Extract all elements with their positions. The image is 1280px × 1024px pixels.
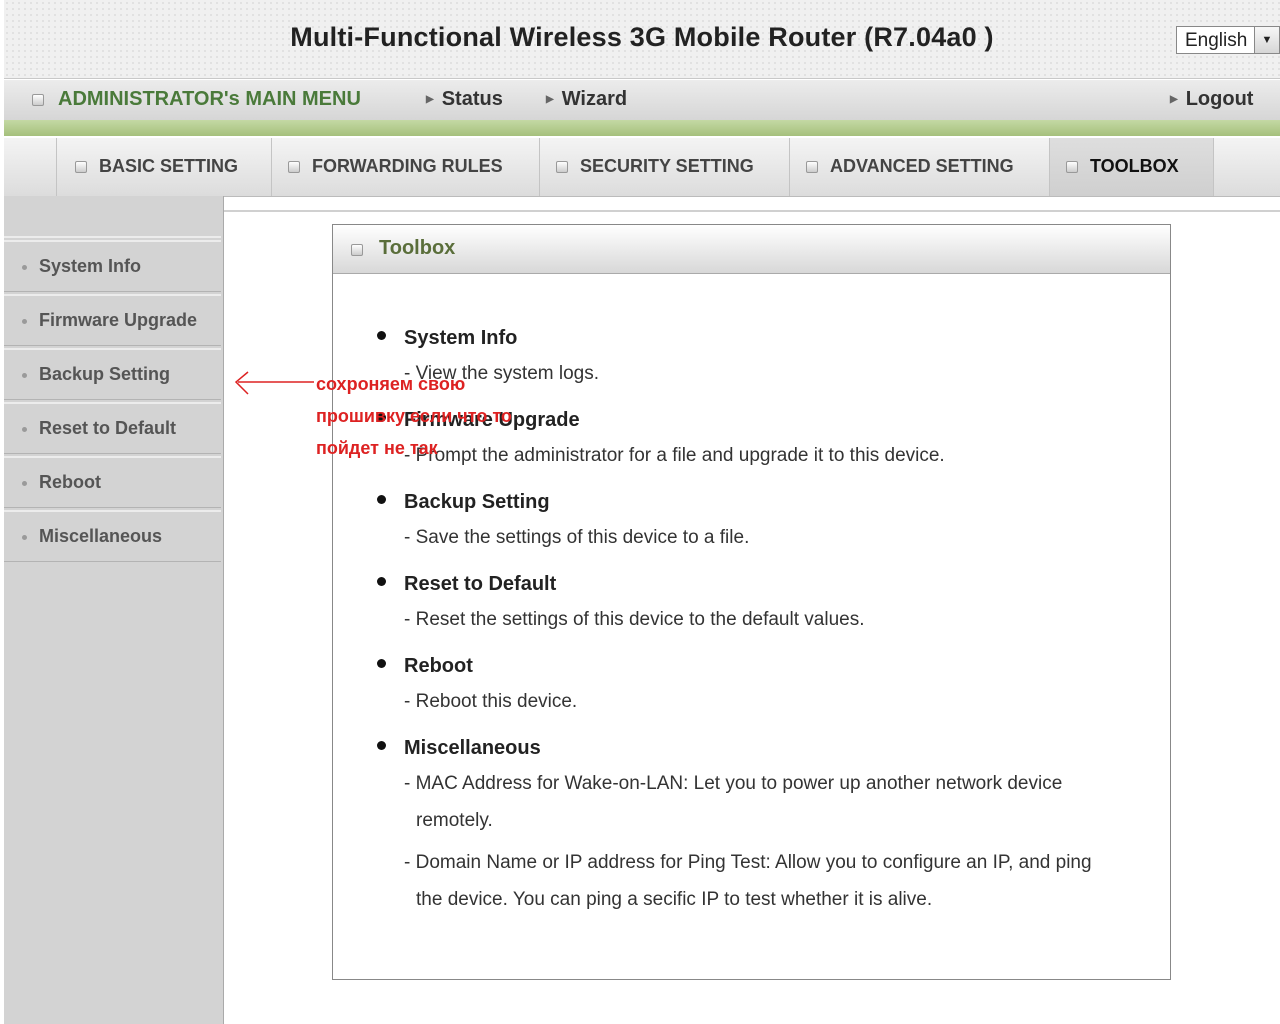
- annotation-arrow-icon: [234, 371, 314, 395]
- admin-main-menu[interactable]: ADMINISTRATOR's MAIN MENU: [32, 88, 361, 111]
- title-bar: Multi-Functional Wireless 3G Mobile Rout…: [4, 0, 1280, 79]
- entry-name: System Info: [404, 327, 518, 349]
- sidebar-item-label: System Info: [39, 256, 142, 276]
- menu-divider-strip: [4, 120, 1280, 136]
- entry-desc: - MAC Address for Wake-on-LAN: Let you t…: [404, 773, 1063, 794]
- bullet-icon: [377, 577, 386, 586]
- entry-desc: - Reset the settings of this device to t…: [404, 609, 865, 630]
- tab-square-icon: [75, 161, 87, 174]
- annotation-line: пойдет не так: [316, 438, 438, 458]
- wizard-link[interactable]: ▶ Wizard: [546, 88, 627, 111]
- tab-square-icon: [288, 161, 300, 174]
- tab-advanced-setting[interactable]: ADVANCED SETTING: [790, 138, 1050, 196]
- app-title: Multi-Functional Wireless 3G Mobile Rout…: [290, 22, 994, 52]
- language-select[interactable]: English ▼: [1176, 26, 1280, 54]
- main-menu-bar: ADMINISTRATOR's MAIN MENU ▶ Status ▶ Wizar…: [4, 80, 1280, 120]
- bullet-icon: [377, 659, 386, 668]
- triangle-right-icon: ▶: [426, 94, 434, 106]
- tab-security-setting[interactable]: SECURITY SETTING: [540, 138, 790, 196]
- triangle-right-icon: ▶: [1170, 94, 1178, 106]
- bullet-icon: [22, 318, 27, 324]
- logout-link[interactable]: ▶ Logout: [1170, 88, 1253, 111]
- sidebar-item-backup-setting[interactable]: Backup Setting: [4, 348, 221, 400]
- bullet-icon: [22, 534, 27, 540]
- status-link[interactable]: ▶ Status: [426, 88, 503, 111]
- sidebar-item-reset-to-default[interactable]: Reset to Default: [4, 402, 221, 454]
- tab-label: TOOLBOX: [1090, 156, 1179, 176]
- entry-name: Reboot: [404, 655, 473, 677]
- tab-basic-setting[interactable]: BASIC SETTING: [56, 138, 272, 196]
- sidebar-item-miscellaneous[interactable]: Miscellaneous: [4, 510, 221, 562]
- bullet-icon: [22, 426, 27, 432]
- bullet-icon: [22, 372, 27, 378]
- logout-label: Logout: [1185, 88, 1254, 110]
- sidebar-item-label: Miscellaneous: [39, 526, 163, 546]
- sidebar-item-label: Backup Setting: [39, 364, 171, 384]
- panel-square-icon: [351, 244, 363, 256]
- sidebar: System Info Firmware Upgrade Backup Sett…: [4, 196, 224, 1024]
- sidebar-item-reboot[interactable]: Reboot: [4, 456, 221, 508]
- entry-name: Miscellaneous: [404, 737, 541, 759]
- triangle-right-icon: ▶: [546, 94, 554, 106]
- menu-square-icon: [32, 93, 44, 106]
- annotation-line: прошивку если что то: [316, 406, 512, 426]
- entry-desc: - Reboot this device.: [404, 691, 578, 712]
- annotation-line: сохроняем свою: [316, 374, 466, 394]
- sidebar-item-label: Firmware Upgrade: [39, 310, 198, 330]
- entry-name: Backup Setting: [404, 491, 550, 513]
- entry-desc: - Domain Name or IP address for Ping Tes…: [404, 852, 1092, 873]
- entry-name: Reset to Default: [404, 573, 557, 595]
- panel-title: Toolbox: [379, 237, 456, 259]
- bullet-icon: [22, 264, 27, 270]
- panel-header: Toolbox: [333, 225, 1170, 274]
- sidebar-item-label: Reboot: [39, 472, 101, 492]
- tab-forwarding-rules[interactable]: FORWARDING RULES: [272, 138, 540, 196]
- toolbox-panel: Toolbox System Info - View the system lo…: [332, 224, 1171, 980]
- entry-desc: - Save the settings of this device to a …: [404, 527, 750, 548]
- tab-square-icon: [806, 161, 818, 174]
- admin-menu-label: ADMINISTRATOR's MAIN MENU: [58, 88, 361, 110]
- bullet-icon: [377, 741, 386, 750]
- tab-label: FORWARDING RULES: [312, 156, 503, 176]
- bullet-icon: [377, 331, 386, 340]
- sidebar-item-system-info[interactable]: System Info: [4, 240, 221, 292]
- annotation-note: сохроняем свою прошивку если что то пойд…: [316, 368, 576, 464]
- tab-square-icon: [556, 161, 568, 174]
- tab-label: SECURITY SETTING: [580, 156, 754, 176]
- status-label: Status: [441, 88, 503, 110]
- bullet-icon: [22, 480, 27, 486]
- entry-desc: remotely.: [416, 810, 493, 831]
- bullet-icon: [377, 495, 386, 504]
- chevron-down-icon[interactable]: ▼: [1254, 27, 1279, 53]
- entry-desc: the device. You can ping a secific IP to…: [416, 889, 933, 910]
- content-top-rule: [224, 210, 1280, 212]
- sidebar-item-label: Reset to Default: [39, 418, 177, 438]
- sidebar-item-firmware-upgrade[interactable]: Firmware Upgrade: [4, 294, 221, 346]
- language-value: English: [1185, 30, 1248, 51]
- wizard-label: Wizard: [561, 88, 628, 110]
- sidebar-divider: [4, 236, 221, 238]
- tab-toolbox[interactable]: TOOLBOX: [1050, 138, 1214, 196]
- tab-label: ADVANCED SETTING: [830, 156, 1014, 176]
- tab-bar: BASIC SETTING FORWARDING RULES SECURITY …: [4, 138, 1280, 197]
- tab-label: BASIC SETTING: [99, 156, 239, 176]
- tab-square-icon: [1066, 161, 1078, 174]
